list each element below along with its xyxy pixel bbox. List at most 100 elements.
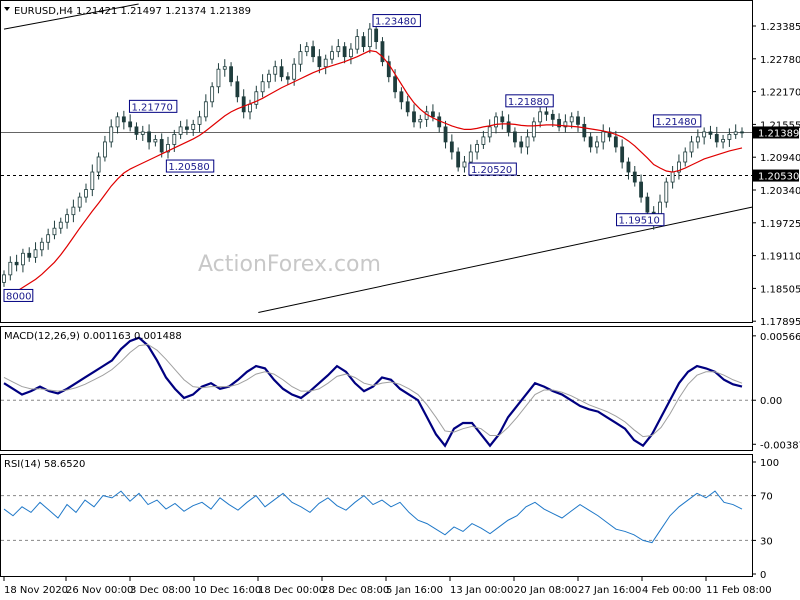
candle-body (689, 141, 694, 153)
x-tick-label: 11 Feb 08:00 (706, 585, 772, 596)
candle-body (197, 116, 202, 125)
candle-body (374, 28, 379, 43)
rsi-y-tick-label: 30 (760, 536, 773, 547)
rsi-y-tick-label: 0 (760, 570, 766, 581)
candle-body (620, 146, 625, 163)
candle-body (153, 139, 158, 143)
candle-body (733, 131, 738, 135)
candle-body (222, 66, 227, 70)
candle-body (33, 249, 38, 258)
candle-body (147, 131, 151, 143)
price-label-text: 1.21770 (131, 102, 172, 113)
candle-body (519, 141, 524, 148)
x-tick-label: 27 Jan 16:00 (578, 585, 641, 596)
candle-body (632, 171, 637, 183)
price-y-tick-label: 1.18505 (760, 284, 800, 295)
candle-body (121, 116, 126, 123)
forex-chart: EURUSD,H4 1.21421 1.21497 1.21374 1.2138… (0, 0, 800, 600)
price-label-text: 1.19510 (619, 216, 660, 227)
candle-body (702, 131, 707, 138)
x-tick-label: 26 Nov 00:00 (66, 585, 133, 596)
x-tick-label: 4 Feb 00:00 (642, 585, 701, 596)
price-label-text: 1.21880 (508, 97, 549, 108)
candle-body (462, 161, 467, 168)
candle-body (431, 111, 435, 118)
candle-body (191, 123, 196, 130)
candle-body (513, 131, 517, 143)
price-y-tick-label: 1.20940 (760, 153, 800, 164)
candle-body (39, 241, 44, 251)
price-label-text: 1.20580 (168, 162, 209, 173)
candle-body (52, 227, 57, 236)
candle-body (531, 121, 536, 138)
x-tick-label: 20 Jan 08:00 (514, 585, 577, 596)
candle-body (84, 189, 88, 198)
candle-body (550, 113, 555, 120)
candle-body (273, 66, 278, 75)
candle-body (248, 103, 252, 113)
candle-body (664, 181, 669, 203)
candle-body (241, 96, 246, 113)
x-tick-label: 18 Nov 2020 (4, 585, 68, 596)
candle-body (279, 66, 284, 78)
price-y-tick-label: 1.22170 (760, 88, 800, 99)
price-y-tick-label: 1.23385 (760, 22, 800, 33)
candle-body (456, 151, 461, 168)
candle-body (481, 136, 486, 145)
candle-body (58, 221, 63, 229)
candle-body (323, 58, 328, 68)
candle-body (285, 76, 290, 80)
candle-body (355, 36, 360, 50)
price-y-tick-label: 1.20340 (760, 186, 800, 197)
candle-body (304, 46, 309, 53)
candle-body (443, 126, 448, 143)
candle-body (538, 111, 543, 123)
candle-body (525, 136, 530, 148)
price-label-text: 1.21480 (655, 117, 696, 128)
candle-body (349, 48, 353, 58)
candle-body (311, 46, 315, 58)
candle-body (330, 51, 334, 60)
candle-body (109, 126, 114, 143)
candle-body (14, 261, 19, 266)
candle-body (393, 76, 397, 93)
candle-body (298, 51, 303, 65)
macd-y-tick-label: -0.003872 (760, 440, 800, 451)
candle-body (576, 116, 580, 125)
candle-body (544, 111, 549, 115)
candle-body (727, 134, 732, 140)
candle-body (103, 141, 107, 158)
x-tick-label: 3 Dec 08:00 (130, 585, 191, 596)
price-y-tick-label: 1.19725 (760, 219, 800, 230)
candle-body (8, 261, 13, 276)
candle-body (695, 136, 700, 143)
price-y-tick-label: 1.19110 (760, 252, 800, 263)
header-ohlc: 1.21421 1.21497 1.21374 1.21389 (76, 6, 251, 17)
candle-body (65, 214, 69, 223)
level-tag-text: 1.20530 (758, 172, 799, 183)
candle-body (670, 171, 675, 183)
candle-body (588, 136, 593, 148)
candle-body (128, 121, 133, 128)
candle-body (229, 66, 233, 83)
candle-body (210, 86, 215, 103)
rsi-y-tick-label: 100 (760, 458, 779, 469)
rsi-title: RSI(14) 58.6520 (4, 459, 85, 470)
candle-body (2, 274, 6, 283)
price-y-tick-label: 1.17895 (760, 317, 800, 328)
candle-body (613, 136, 618, 148)
candle-body (361, 36, 366, 48)
candle-body (216, 68, 221, 88)
candle-body (27, 252, 32, 258)
x-tick-label: 5 Jan 16:00 (386, 585, 443, 596)
candle-body (134, 126, 139, 135)
candle-body (500, 116, 505, 123)
x-tick-label: 10 Dec 16:00 (194, 585, 261, 596)
candle-body (185, 126, 189, 130)
candle-body (317, 56, 322, 68)
candle-body (292, 63, 297, 80)
candle-body (21, 252, 25, 266)
candle-body (494, 116, 498, 128)
candle-body (475, 144, 479, 153)
candle-body (342, 46, 347, 58)
